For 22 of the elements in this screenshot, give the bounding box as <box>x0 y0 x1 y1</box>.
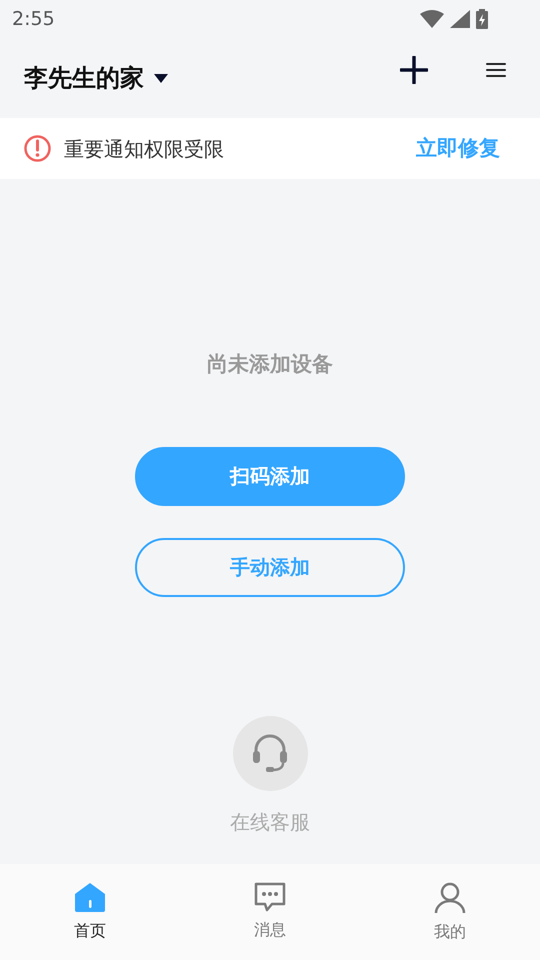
manual-add-button[interactable]: 手动添加 <box>135 538 405 596</box>
signal-icon <box>450 10 470 28</box>
tab-item[interactable]: 我的 <box>360 864 540 960</box>
wifi-icon <box>420 10 444 28</box>
scan-add-button[interactable]: 扫码添加 <box>135 446 405 506</box>
battery-icon <box>476 9 488 29</box>
menu-icon <box>486 62 506 78</box>
home-icon <box>74 882 106 913</box>
home-selector[interactable]: 李先生的家 <box>24 60 168 96</box>
support-label: 在线客服 <box>230 808 310 836</box>
fix-now-link[interactable]: 立即修复 <box>416 132 500 164</box>
empty-message: 尚未添加设备 <box>207 351 333 378</box>
tab-item[interactable]: 消息 <box>180 864 360 960</box>
caret-icon <box>154 74 168 82</box>
headset-icon <box>250 732 290 774</box>
chat-bubble-icon <box>253 882 287 912</box>
person-icon <box>433 882 467 914</box>
status-time: 2:55 <box>12 6 55 32</box>
plus-icon <box>400 56 428 84</box>
tab-item[interactable]: 首页 <box>0 864 180 960</box>
alert-icon <box>24 135 51 162</box>
notice-text: 重要通知权限受限 <box>64 136 224 162</box>
